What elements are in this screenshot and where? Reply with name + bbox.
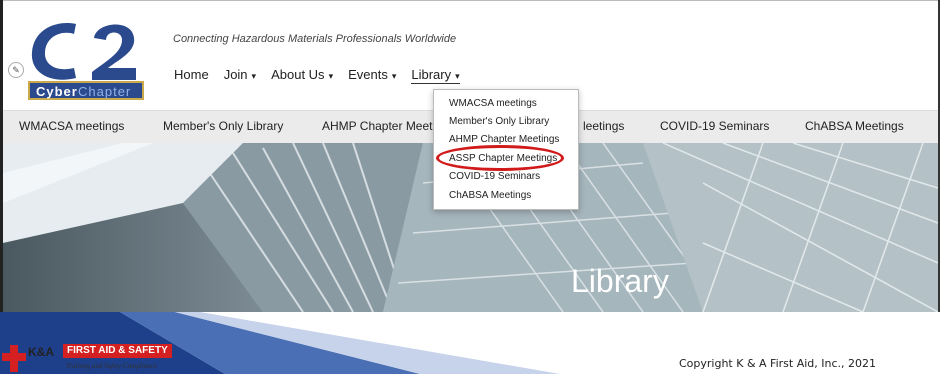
subnav-item-chabsa[interactable]: ChABSA Meetings bbox=[805, 119, 904, 133]
dropdown-item-covid[interactable]: COVID-19 Seminars bbox=[449, 171, 540, 182]
dropdown-item-members-library[interactable]: Member's Only Library bbox=[449, 116, 549, 127]
nav-library-label: Library bbox=[411, 67, 452, 82]
main-nav: Home Join ▾ About Us ▾ Events ▾ Library ▾ bbox=[174, 67, 475, 84]
logo-ahmp-text: AHMP bbox=[56, 48, 83, 58]
dropdown-item-ahmp[interactable]: AHMP Chapter Meetings bbox=[449, 134, 559, 145]
ka-name: K&A bbox=[28, 345, 54, 359]
copyright-text: Copyright K & A First Aid, Inc., 2021 bbox=[679, 357, 877, 370]
cross-icon bbox=[2, 345, 26, 372]
nav-join[interactable]: Join ▾ bbox=[224, 67, 256, 84]
c2-logo[interactable]: AHMP Cyber Chapter bbox=[28, 18, 148, 102]
subnav-item-assp[interactable]: leetings bbox=[583, 119, 624, 133]
logo-cyberchapter-bar: Cyber Chapter bbox=[28, 81, 144, 100]
ka-badge: FIRST AID & SAFETY bbox=[63, 344, 172, 358]
logo-chapter-text: Chapter bbox=[78, 84, 132, 99]
subnav-item-ahmp[interactable]: AHMP Chapter Meeti bbox=[322, 119, 435, 133]
nav-events[interactable]: Events ▾ bbox=[348, 67, 396, 84]
nav-join-label: Join bbox=[223, 67, 248, 82]
chevron-down-icon: ▾ bbox=[251, 71, 257, 81]
dropdown-item-wmacsa[interactable]: WMACSA meetings bbox=[449, 98, 537, 109]
nav-events-label: Events bbox=[348, 67, 388, 82]
chevron-down-icon: ▾ bbox=[328, 71, 334, 81]
dropdown-item-chabsa[interactable]: ChABSA Meetings bbox=[449, 190, 531, 201]
ka-subtitle: Training and Safety Compliance bbox=[66, 362, 157, 370]
highlight-annotation bbox=[436, 145, 564, 171]
pencil-icon[interactable]: ✎ bbox=[8, 62, 24, 78]
logo-cyber-text: Cyber bbox=[36, 84, 78, 99]
nav-about-us[interactable]: About Us ▾ bbox=[271, 67, 333, 84]
nav-library[interactable]: Library ▾ bbox=[411, 67, 460, 84]
nav-home[interactable]: Home bbox=[174, 67, 209, 84]
hero-title: Library bbox=[571, 263, 669, 299]
nav-home-label: Home bbox=[174, 67, 209, 82]
chevron-down-icon: ▾ bbox=[455, 71, 460, 81]
subnav-item-members-library[interactable]: Member's Only Library bbox=[163, 119, 283, 133]
chevron-down-icon: ▾ bbox=[391, 71, 397, 81]
frame-top-border bbox=[0, 0, 940, 1]
nav-about-label: About Us bbox=[271, 67, 325, 82]
subnav-item-covid[interactable]: COVID-19 Seminars bbox=[660, 119, 769, 133]
subnav-item-wmacsa[interactable]: WMACSA meetings bbox=[19, 119, 124, 133]
site-tagline: Connecting Hazardous Materials Professio… bbox=[173, 33, 457, 45]
c2-logo-mark-icon bbox=[31, 23, 136, 80]
